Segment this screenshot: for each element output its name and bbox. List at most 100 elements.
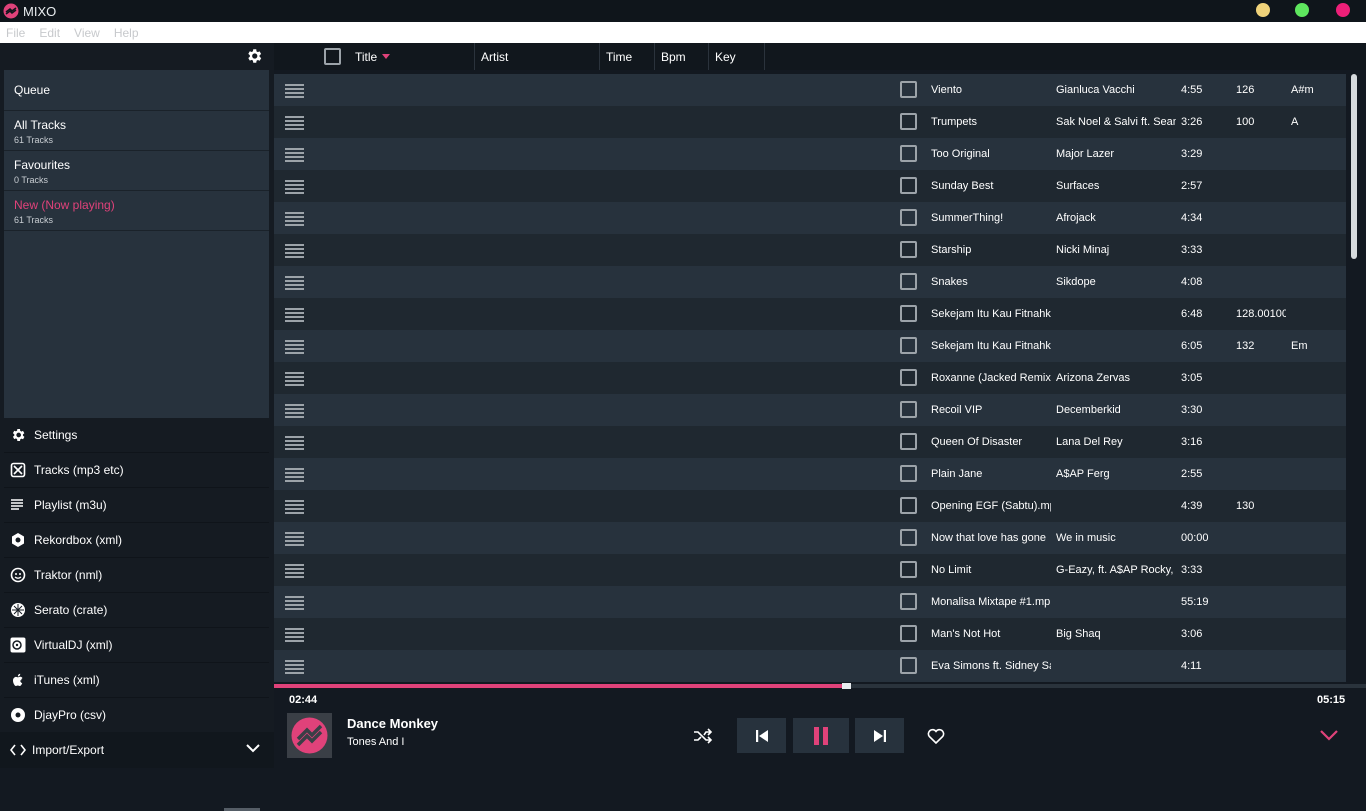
track-row[interactable]: Snakes Sikdope 4:08 [274, 266, 1346, 298]
drag-handle-icon[interactable] [285, 660, 304, 674]
track-checkbox[interactable] [900, 465, 917, 482]
drag-handle-icon[interactable] [285, 244, 304, 258]
track-checkbox[interactable] [900, 625, 917, 642]
track-checkbox[interactable] [900, 497, 917, 514]
track-checkbox[interactable] [900, 305, 917, 322]
gear-icon[interactable] [245, 47, 263, 65]
nav-djaypro[interactable]: DjayPro (csv) [4, 698, 269, 733]
drag-handle-icon[interactable] [285, 148, 304, 162]
nav-itunes[interactable]: iTunes (xml) [4, 663, 269, 698]
track-checkbox[interactable] [900, 337, 917, 354]
import-export-button[interactable]: Import/Export [0, 732, 274, 768]
track-row[interactable]: Sunday Best Surfaces 2:57 [274, 170, 1346, 202]
drag-handle-icon[interactable] [285, 372, 304, 386]
drag-handle-icon[interactable] [285, 84, 304, 98]
track-list-scrollbar[interactable] [1351, 74, 1357, 259]
shuffle-button[interactable] [688, 718, 718, 753]
nav-playlist[interactable]: Playlist (m3u) [4, 488, 269, 523]
minimize-button[interactable] [1256, 3, 1270, 17]
drag-handle-icon[interactable] [285, 564, 304, 578]
drag-handle-icon[interactable] [285, 116, 304, 130]
drag-handle-icon[interactable] [285, 436, 304, 450]
menu-file[interactable]: File [6, 26, 25, 40]
pause-button[interactable] [793, 718, 849, 753]
drag-handle-icon[interactable] [285, 180, 304, 194]
column-bpm[interactable]: Bpm [655, 43, 709, 70]
nav-serato[interactable]: Serato (crate) [4, 593, 269, 628]
track-row[interactable]: Monalisa Mixtape #1.mp 55:19 [274, 586, 1346, 618]
maximize-button[interactable] [1295, 3, 1309, 17]
nav-tracks[interactable]: Tracks (mp3 etc) [4, 453, 269, 488]
drag-handle-icon[interactable] [285, 308, 304, 322]
drag-handle-icon[interactable] [285, 340, 304, 354]
track-checkbox[interactable] [900, 241, 917, 258]
track-checkbox[interactable] [900, 657, 917, 674]
column-title[interactable]: Title [349, 43, 475, 70]
playlist-all-tracks[interactable]: All Tracks 61 Tracks [4, 111, 269, 151]
menu-help[interactable]: Help [114, 26, 139, 40]
track-title: Man's Not Hot [931, 628, 1001, 640]
track-checkbox[interactable] [900, 209, 917, 226]
track-row[interactable]: Man's Not Hot Big Shaq 3:06 [274, 618, 1346, 650]
playlist-favourites[interactable]: Favourites 0 Tracks [4, 151, 269, 191]
progress-handle[interactable] [841, 683, 851, 689]
track-row[interactable]: Queen Of Disaster Lana Del Rey 3:16 [274, 426, 1346, 458]
track-row[interactable]: Sekejam Itu Kau Fitnahka 6:48 128.00100 [274, 298, 1346, 330]
track-checkbox[interactable] [900, 529, 917, 546]
track-row[interactable]: Roxanne (Jacked Remix) Arizona Zervas 3:05 [274, 362, 1346, 394]
column-time[interactable]: Time [600, 43, 655, 70]
track-row[interactable]: Sekejam Itu Kau Fitnahka 6:05 132 Em [274, 330, 1346, 362]
nav-rekordbox[interactable]: Rekordbox (xml) [4, 523, 269, 558]
track-row[interactable]: Recoil VIP Decemberkid 3:30 [274, 394, 1346, 426]
nav-settings[interactable]: Settings [4, 418, 269, 453]
track-row[interactable]: Plain Jane A$AP Ferg 2:55 [274, 458, 1346, 490]
sort-descending-icon [382, 54, 391, 59]
drag-handle-icon[interactable] [285, 628, 304, 642]
track-checkbox[interactable] [900, 561, 917, 578]
collapse-player-button[interactable] [1316, 718, 1342, 753]
menu-view[interactable]: View [74, 26, 100, 40]
playlist-count: 61 Tracks [14, 215, 54, 225]
track-title: Sunday Best [931, 180, 994, 192]
track-row[interactable]: Starship Nicki Minaj 3:33 [274, 234, 1346, 266]
column-key[interactable]: Key [709, 43, 765, 70]
track-row[interactable]: No Limit G-Eazy, ft. A$AP Rocky, 3:33 [274, 554, 1346, 586]
drag-handle-icon[interactable] [285, 276, 304, 290]
nav-traktor[interactable]: Traktor (nml) [4, 558, 269, 593]
queue-item[interactable]: Queue [4, 70, 269, 111]
track-checkbox[interactable] [900, 593, 917, 610]
drag-handle-icon[interactable] [285, 500, 304, 514]
track-row[interactable]: SummerThing! Afrojack 4:34 [274, 202, 1346, 234]
track-checkbox[interactable] [900, 369, 917, 386]
track-checkbox[interactable] [900, 433, 917, 450]
track-checkbox[interactable] [900, 177, 917, 194]
track-row[interactable]: Now that love has gone We in music 00:00 [274, 522, 1346, 554]
select-all-checkbox[interactable] [324, 48, 341, 65]
track-row[interactable]: Trumpets Sak Noel & Salvi ft. Sean 3:26 100… [274, 106, 1346, 138]
next-button[interactable] [855, 718, 904, 753]
track-checkbox[interactable] [900, 401, 917, 418]
track-checkbox[interactable] [900, 145, 917, 162]
track-checkbox[interactable] [900, 273, 917, 290]
track-row[interactable]: Eva Simons ft. Sidney Sa 4:11 [274, 650, 1346, 682]
drag-handle-icon[interactable] [285, 596, 304, 610]
track-key: Em [1291, 340, 1308, 352]
drag-handle-icon[interactable] [285, 404, 304, 418]
drag-handle-icon[interactable] [285, 212, 304, 226]
drag-handle-icon[interactable] [285, 532, 304, 546]
track-row[interactable]: Viento Gianluca Vacchi 4:55 126 A#m [274, 74, 1346, 106]
track-row[interactable]: Opening EGF (Sabtu).mp 4:39 130 [274, 490, 1346, 522]
track-time: 3:05 [1181, 372, 1203, 384]
close-button[interactable] [1336, 3, 1350, 17]
drag-handle-icon[interactable] [285, 468, 304, 482]
progress-bar[interactable] [274, 683, 1366, 689]
previous-button[interactable] [737, 718, 786, 753]
track-checkbox[interactable] [900, 113, 917, 130]
menu-edit[interactable]: Edit [39, 26, 60, 40]
nav-virtualdj[interactable]: VirtualDJ (xml) [4, 628, 269, 663]
favourite-button[interactable] [922, 718, 950, 753]
column-artist[interactable]: Artist [475, 43, 600, 70]
playlist-new-now-playing[interactable]: New (Now playing) 61 Tracks [4, 191, 269, 231]
track-checkbox[interactable] [900, 81, 917, 98]
track-row[interactable]: Too Original Major Lazer 3:29 [274, 138, 1346, 170]
